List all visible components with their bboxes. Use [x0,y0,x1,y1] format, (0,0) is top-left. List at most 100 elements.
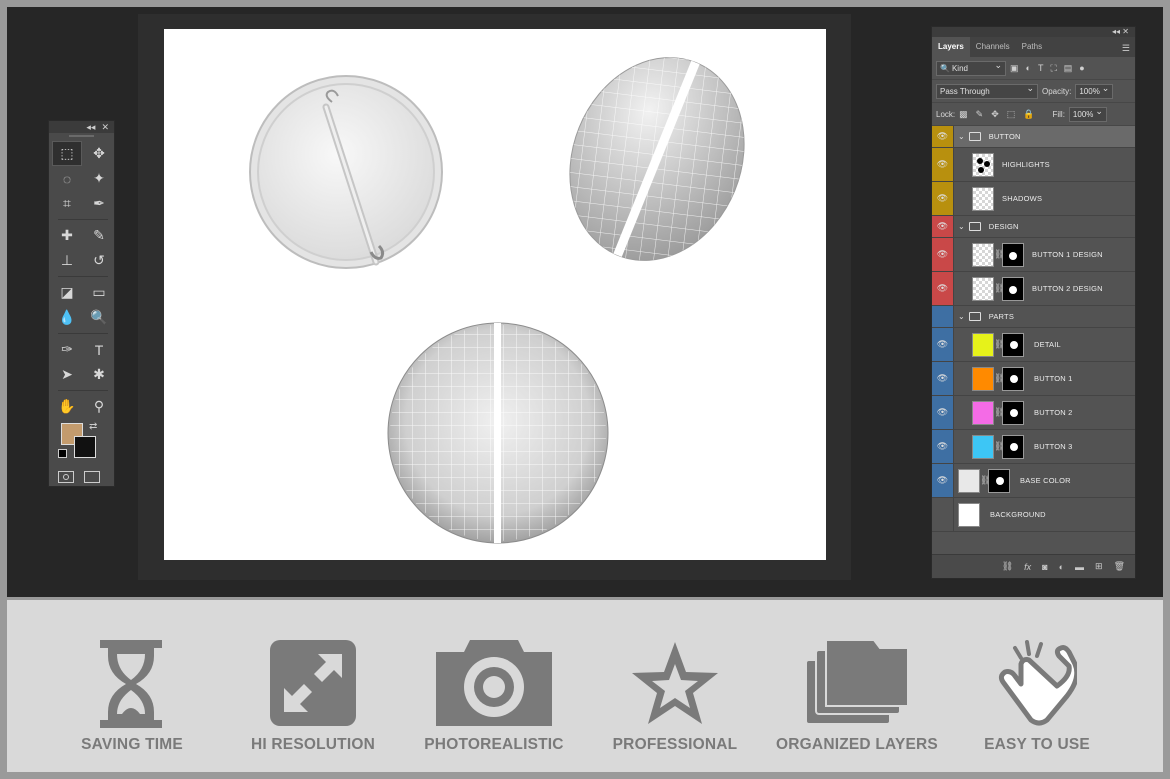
layer-mask-thumbnail[interactable] [988,468,1010,493]
visibility-eye-icon[interactable]: 👁 [932,464,954,497]
layer-mask-thumbnail[interactable] [1002,400,1024,425]
layer-mask-thumbnail[interactable] [1002,332,1024,357]
visibility-eye-icon[interactable]: 👁 [932,238,954,271]
type-icon[interactable]: T [84,337,114,362]
layer-row[interactable]: 👁 ⛓ BUTTON 1 DESIGN [932,238,1135,272]
blur-icon[interactable]: 💧 [52,305,82,330]
visibility-eye-icon[interactable]: 👁 [932,182,954,215]
type-filter-icon[interactable]: T [1038,63,1044,74]
eyedropper-icon[interactable]: ✒ [84,191,114,216]
gradient-icon[interactable]: ▭ [84,280,114,305]
brush-icon[interactable]: ✎ [84,223,114,248]
dodge-icon[interactable]: 🔍 [84,305,114,330]
filter-toggle-icon[interactable]: ● [1079,63,1084,74]
link-icon[interactable]: ⛓ [994,373,1005,384]
blend-mode-select[interactable]: Pass Through [936,82,1038,99]
new-group-icon[interactable]: ▬ [1075,562,1084,572]
lock-all-icon[interactable]: 🔒 [1023,109,1034,120]
adjustment-filter-icon[interactable]: ◐ [1026,63,1031,74]
collapse-panel-icon[interactable]: ◂◂ [86,122,95,133]
layer-row[interactable]: 👁 ⛓ BUTTON 2 [932,396,1135,430]
layer-row[interactable]: 👁 HIGHLIGHTS [932,148,1135,182]
link-icon[interactable]: ⛓ [994,407,1005,418]
healing-brush-icon[interactable]: ✚ [52,223,82,248]
layer-row[interactable]: 👁 ⛓ BUTTON 1 [932,362,1135,396]
visibility-eye-icon[interactable] [932,498,954,531]
link-icon[interactable]: ⛓ [994,441,1005,452]
crop-icon[interactable]: ⌗ [52,191,82,216]
default-colors-icon[interactable] [58,449,67,458]
custom-shape-icon[interactable]: ✱ [84,362,114,387]
zoom-icon[interactable]: ⚲ [84,394,114,419]
move-icon[interactable]: ✥ [84,141,114,166]
layer-mask-thumbnail[interactable] [1002,242,1024,267]
lasso-icon[interactable]: ◌ [52,166,82,191]
group-toggle-icon[interactable]: ⌄ [958,312,965,321]
layer-row[interactable]: 👁 SHADOWS [932,182,1135,216]
fill-input[interactable]: 100% [1068,105,1107,122]
layer-row[interactable]: ⌄ PARTS [932,306,1135,328]
magic-wand-icon[interactable]: ✦ [84,166,114,191]
pixel-filter-icon[interactable]: ▣ [1010,63,1019,74]
fill-thumbnail [972,400,994,425]
lock-image-icon[interactable]: ✎ [976,109,984,120]
layer-row[interactable]: 👁 ⛓ BUTTON 3 [932,430,1135,464]
history-brush-icon[interactable]: ↺ [84,248,114,273]
layer-mask-thumbnail[interactable] [1002,276,1024,301]
clone-stamp-icon[interactable]: ⊥ [52,248,82,273]
layer-row[interactable]: 👁 ⛓ BUTTON 2 DESIGN [932,272,1135,306]
visibility-eye-icon[interactable]: 👁 [932,396,954,429]
visibility-eye-icon[interactable]: 👁 [932,126,954,147]
filter-kind-select[interactable]: 🔍 Kind [936,59,1006,76]
layer-row[interactable]: 👁 ⌄ BUTTON [932,126,1135,148]
adjustment-layer-icon[interactable]: ◐ [1059,562,1064,572]
layer-row[interactable]: BACKGROUND [932,498,1135,532]
visibility-eye-icon[interactable]: 👁 [932,328,954,361]
layer-mask-thumbnail[interactable] [1002,366,1024,391]
layer-row[interactable]: 👁 ⛓ DETAIL [932,328,1135,362]
lock-transparency-icon[interactable]: ▩ [959,109,968,120]
quick-mask-icon[interactable] [58,471,74,483]
link-layers-icon[interactable]: ⛓ [1002,561,1013,572]
close-panel-icon[interactable]: ✕ [101,122,109,133]
background-color-swatch[interactable] [74,436,96,458]
layer-row[interactable]: 👁 ⛓ BASE COLOR [932,464,1135,498]
screen-mode-icon[interactable] [84,471,100,483]
lock-position-icon[interactable]: ✥ [991,109,999,120]
link-icon[interactable]: ⛓ [994,283,1005,294]
link-icon[interactable]: ⛓ [994,339,1005,350]
visibility-eye-icon[interactable]: 👁 [932,430,954,463]
layer-style-icon[interactable]: fx [1024,562,1031,572]
lock-artboard-icon[interactable]: ⬚ [1007,109,1016,120]
swap-colors-icon[interactable]: ⇄ [89,421,97,432]
hand-icon[interactable]: ✋ [52,394,82,419]
new-layer-icon[interactable]: ⊞ [1095,561,1103,572]
tab-paths[interactable]: Paths [1016,37,1048,57]
delete-layer-icon[interactable]: 🗑 [1114,561,1125,572]
link-icon[interactable]: ⛓ [994,249,1005,260]
tab-layers[interactable]: Layers [932,37,970,57]
opacity-input[interactable]: 100% [1075,82,1114,99]
rectangular-marquee-icon[interactable]: ⬚ [52,141,82,166]
shape-filter-icon[interactable]: ⛶ [1050,63,1056,74]
layers-panel-topbar[interactable]: ◂◂ ✕ [932,27,1135,37]
smart-object-filter-icon[interactable]: ▤ [1064,63,1073,74]
visibility-eye-icon[interactable]: 👁 [932,272,954,305]
pen-icon[interactable]: ✑ [52,337,82,362]
add-mask-icon[interactable]: ◙ [1042,562,1047,572]
visibility-eye-icon[interactable] [932,306,954,327]
group-toggle-icon[interactable]: ⌄ [958,132,965,141]
group-toggle-icon[interactable]: ⌄ [958,222,965,231]
panel-menu-icon[interactable]: ☰ [1122,43,1130,54]
document-canvas[interactable] [164,29,826,560]
eraser-icon[interactable]: ◪ [52,280,82,305]
link-icon[interactable]: ⛓ [980,475,991,486]
visibility-eye-icon[interactable]: 👁 [932,148,954,181]
tab-channels[interactable]: Channels [970,37,1016,57]
visibility-eye-icon[interactable]: 👁 [932,362,954,395]
path-selection-icon[interactable]: ➤ [52,362,82,387]
layer-row[interactable]: 👁 ⌄ DESIGN [932,216,1135,238]
folders-icon [805,639,909,725]
visibility-eye-icon[interactable]: 👁 [932,216,954,237]
layer-mask-thumbnail[interactable] [1002,434,1024,459]
